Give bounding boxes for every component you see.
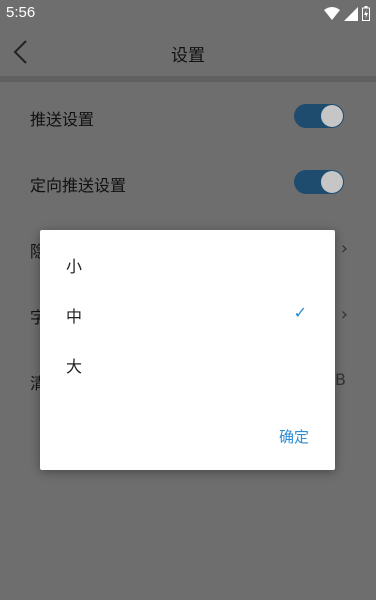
status-time: 5:56 bbox=[6, 4, 36, 21]
cellular-signal-icon bbox=[344, 6, 358, 25]
settings-row-label: 推送设置 bbox=[30, 110, 95, 129]
status-icons bbox=[324, 6, 370, 25]
chevron-right-icon: › bbox=[340, 304, 348, 325]
toggle-knob bbox=[321, 171, 343, 193]
settings-row-push: 推送设置 bbox=[0, 82, 376, 148]
check-icon: ✓ bbox=[293, 303, 307, 322]
option-label: 小 bbox=[66, 257, 83, 276]
settings-row-targeted-push: 定向推送设置 bbox=[0, 148, 376, 214]
option-label: 大 bbox=[66, 357, 83, 376]
status-bar: 5:56 bbox=[0, 0, 376, 28]
page-title: 设置 bbox=[171, 46, 205, 66]
cache-size-value: B bbox=[335, 370, 346, 389]
font-size-option-small[interactable]: 小 bbox=[40, 238, 335, 288]
toggle-knob bbox=[321, 105, 343, 127]
app-bar: 设置 bbox=[0, 28, 376, 76]
font-size-dialog: 小 中 ✓ 大 确定 bbox=[40, 230, 335, 470]
font-size-option-large[interactable]: 大 bbox=[40, 338, 335, 388]
font-size-option-medium[interactable]: 中 ✓ bbox=[40, 288, 335, 338]
chevron-right-icon: › bbox=[340, 238, 348, 259]
settings-row-label: 定向推送设置 bbox=[30, 176, 127, 195]
confirm-button[interactable]: 确定 bbox=[279, 426, 309, 447]
option-label: 中 bbox=[66, 307, 83, 326]
battery-icon bbox=[362, 6, 370, 25]
targeted-push-toggle[interactable] bbox=[294, 170, 344, 194]
wifi-icon bbox=[324, 6, 340, 25]
push-toggle[interactable] bbox=[294, 104, 344, 128]
settings-screen: 5:56 设置 推送设置 定向推送设置 隐 › 字 › 清 B 小 中 ✓ 大 … bbox=[0, 0, 376, 600]
